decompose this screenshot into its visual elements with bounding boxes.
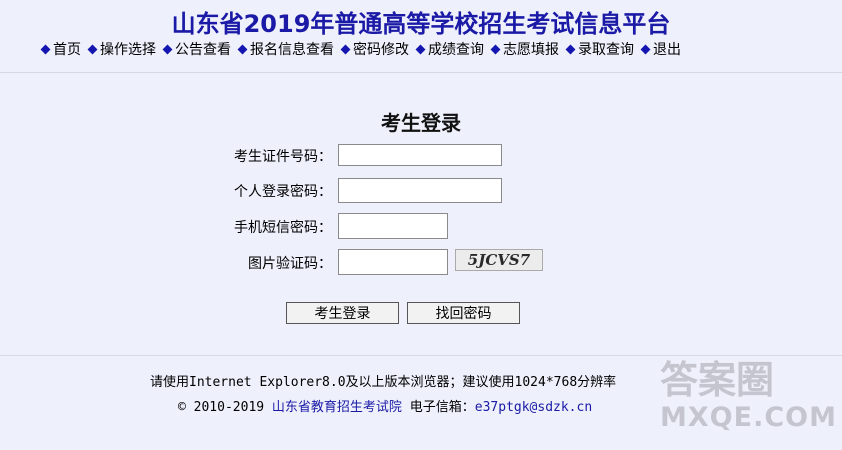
diamond-bullet-icon [340,44,351,54]
page-title: 山东省2019年普通高等学校招生考试信息平台 [171,10,671,38]
header-divider [0,72,842,73]
nav-item-label: 志愿填报 [503,42,559,58]
footer-copyright-line: © 2010-2019 山东省教育招生考试院 电子信箱：e37ptgk@sdzk… [178,396,592,415]
browser-note: 请使用Internet Explorer8.0及以上版本浏览器；建议使用1024… [150,375,617,390]
nav-item-registration-info[interactable]: 报名信息查看 [237,39,334,59]
nav-item-operation-select[interactable]: 操作选择 [87,39,156,59]
diamond-bullet-icon [162,44,173,54]
nav-item-admission-query[interactable]: 录取查询 [565,39,634,59]
nav-item-announcements[interactable]: 公告查看 [162,39,231,59]
org-link[interactable]: 山东省教育招生考试院 [272,400,402,415]
email-link[interactable]: e37ptgk@sdzk.cn [475,400,592,415]
footer-divider [0,355,842,356]
diamond-bullet-icon [490,44,501,54]
diamond-bullet-icon [640,44,651,54]
nav-item-label: 录取查询 [578,42,634,58]
login-title: 考生登录 [381,111,461,135]
nav-item-home[interactable]: 首页 [40,39,81,59]
nav-item-score-query[interactable]: 成绩查询 [415,39,484,59]
diamond-bullet-icon [237,44,248,54]
diamond-bullet-icon [87,44,98,54]
exam-id-input[interactable] [338,144,502,166]
sms-code-label: 手机短信密码： [234,220,332,236]
login-button[interactable]: 考生登录 [286,302,399,324]
nav-item-application[interactable]: 志愿填报 [490,39,559,59]
password-input[interactable] [338,178,502,203]
email-label: 电子信箱： [401,400,475,415]
copyright-text: © 2010-2019 [178,400,272,415]
watermark-line1: 答案圈 [660,358,775,402]
nav-item-label: 退出 [653,42,681,58]
nav-item-logout[interactable]: 退出 [640,39,681,59]
sms-code-input[interactable] [338,213,448,239]
diamond-bullet-icon [415,44,426,54]
watermark: 答案圈 MXQE.COM [660,358,840,448]
nav-item-label: 密码修改 [353,42,409,58]
diamond-bullet-icon [565,44,576,54]
nav-item-label: 成绩查询 [428,42,484,58]
exam-id-label: 考生证件号码： [234,149,332,165]
captcha-label: 图片验证码： [248,256,332,272]
top-nav: 首页 操作选择 公告查看 报名信息查看 密码修改 成绩查询 志愿填报 录取查询 … [40,39,822,59]
nav-item-password-change[interactable]: 密码修改 [340,39,409,59]
diamond-bullet-icon [40,44,51,54]
nav-item-label: 操作选择 [100,42,156,58]
nav-item-label: 报名信息查看 [250,42,334,58]
password-label: 个人登录密码： [234,184,332,200]
recover-password-button[interactable]: 找回密码 [407,302,520,324]
watermark-line2: MXQE.COM [660,402,837,433]
nav-item-label: 首页 [53,42,81,58]
captcha-image[interactable]: 5JCVS7 [455,249,543,271]
captcha-input[interactable] [338,249,448,275]
nav-item-label: 公告查看 [175,42,231,58]
